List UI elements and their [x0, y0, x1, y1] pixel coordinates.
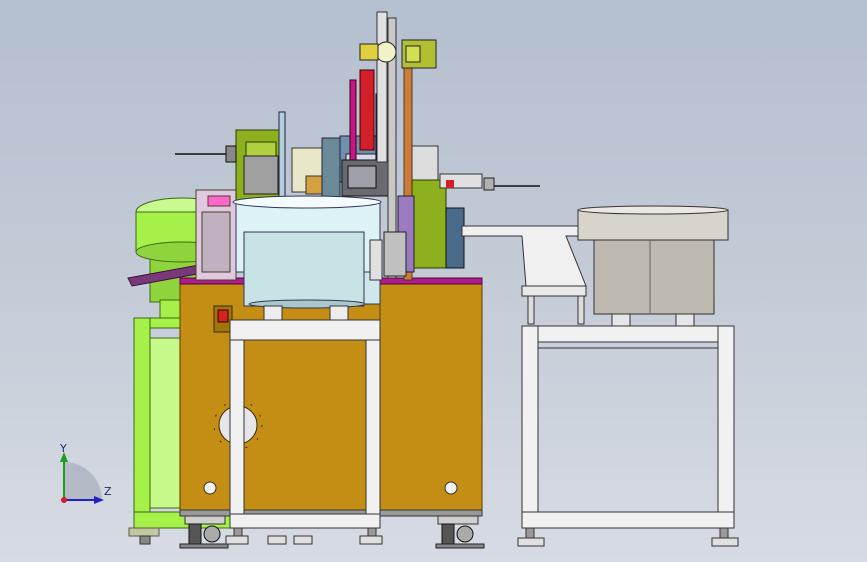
left-feet — [293, 535, 313, 545]
triad-y-label: Y — [60, 442, 67, 455]
right-bowl-feeder — [461, 205, 739, 547]
triad-z-label: Z — [104, 485, 112, 498]
center-bowl-feeder — [232, 195, 383, 323]
assembly-model[interactable] — [0, 0, 867, 562]
cad-viewport[interactable]: Y Z — [0, 0, 867, 562]
